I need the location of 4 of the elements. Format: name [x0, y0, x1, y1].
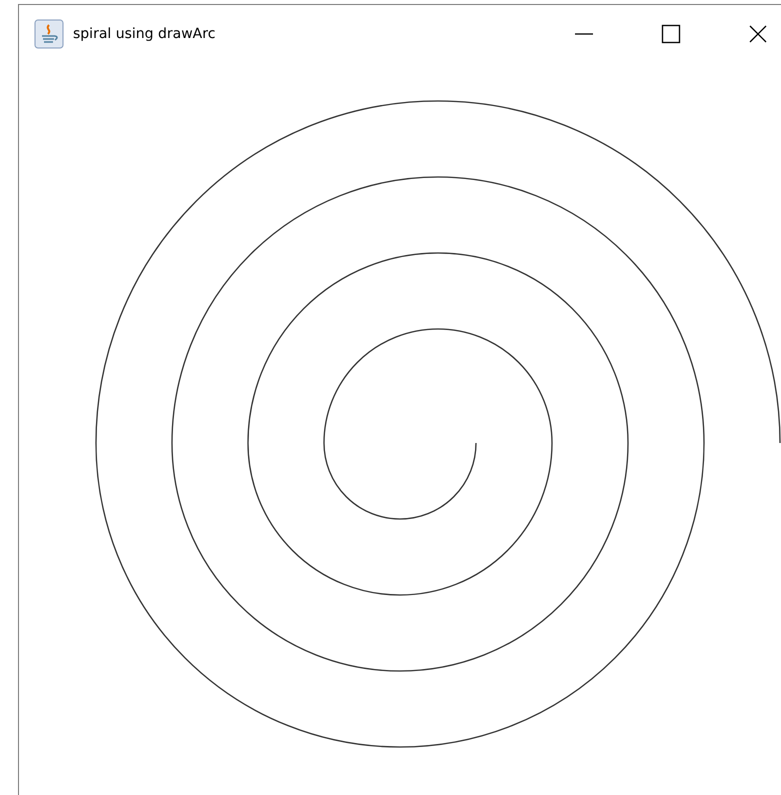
maximize-icon[interactable]: [661, 24, 681, 44]
close-icon[interactable]: [748, 24, 768, 44]
cup-icon: [34, 18, 64, 48]
window-title: spiral using drawArc: [73, 26, 216, 42]
